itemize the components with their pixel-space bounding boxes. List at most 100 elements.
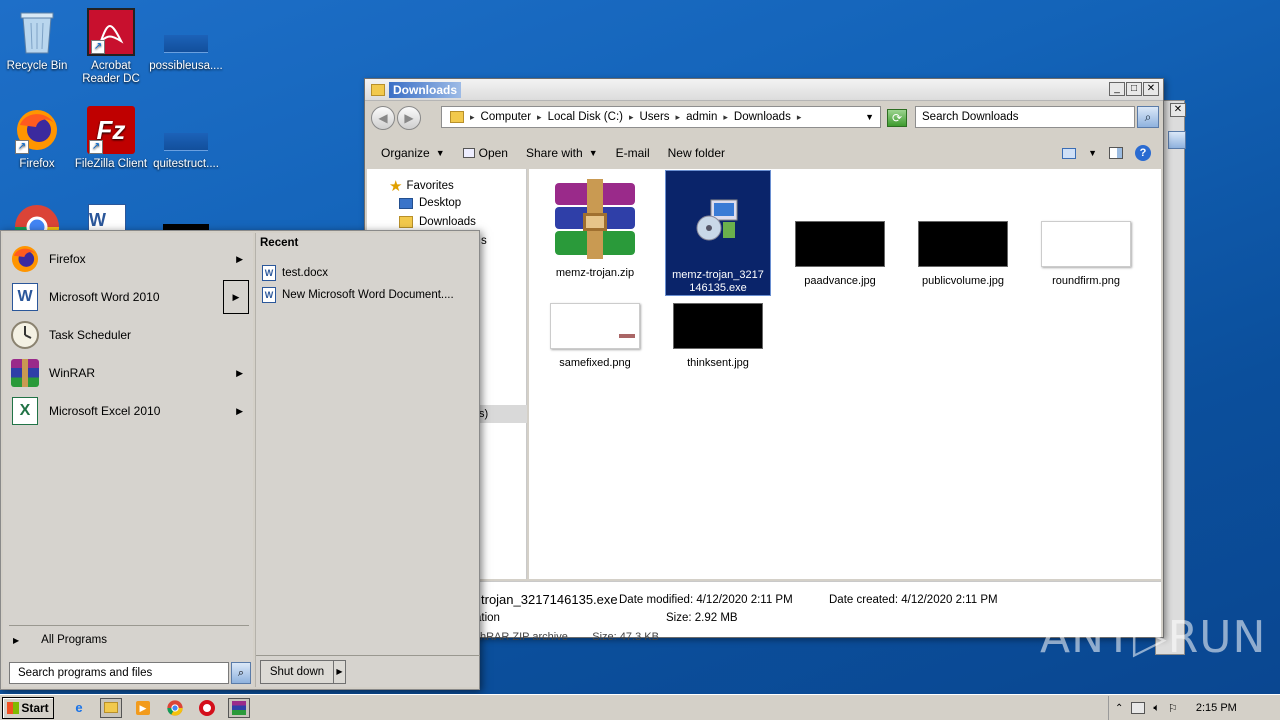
image-thumbnail bbox=[795, 221, 885, 267]
nav-downloads[interactable]: Downloads bbox=[399, 216, 476, 228]
shutdown-button[interactable]: Shut down bbox=[260, 660, 334, 684]
start-search-input[interactable]: Search programs and files bbox=[9, 662, 229, 684]
details-size: Size: 2.92 MB bbox=[666, 612, 738, 624]
chevron-right-icon[interactable]: ▸ bbox=[629, 112, 634, 123]
close-button[interactable]: ✕ bbox=[1143, 82, 1159, 96]
nav-downloads-label: Downloads bbox=[419, 216, 476, 228]
submenu-arrow-icon[interactable]: ▶ bbox=[236, 254, 243, 265]
explorer-window[interactable]: Downloads _ □ ✕ ◀ ▶ ▸ Computer ▸ Local D… bbox=[364, 78, 1164, 638]
chevron-right-icon[interactable]: ▸ bbox=[723, 112, 728, 123]
shutdown-options-arrow-icon[interactable]: ▶ bbox=[334, 660, 346, 684]
start-button[interactable]: Start bbox=[2, 696, 54, 719]
start-item-task-scheduler[interactable]: Task Scheduler bbox=[9, 317, 249, 353]
start-item-winrar[interactable]: WinRAR ▶ bbox=[9, 355, 249, 391]
maximize-button[interactable]: □ bbox=[1126, 82, 1142, 96]
nav-selected-label: s) bbox=[479, 408, 489, 420]
caret-down-icon: ▼ bbox=[435, 148, 445, 158]
file-name: paadvance.jpg bbox=[804, 275, 876, 287]
email-button[interactable]: E-mail bbox=[616, 146, 650, 160]
opera-taskbar-icon[interactable] bbox=[196, 698, 218, 718]
file-item[interactable]: memz-trojan.zip bbox=[543, 173, 647, 280]
search-input[interactable]: Search Downloads bbox=[915, 106, 1135, 128]
submenu-arrow-icon[interactable]: ▶ bbox=[236, 406, 243, 417]
submenu-arrow-icon[interactable]: ▶ bbox=[236, 368, 243, 379]
star-icon: ★ bbox=[389, 178, 403, 195]
share-with-button[interactable]: Share with ▼ bbox=[526, 146, 598, 160]
file-item[interactable]: samefixed.png bbox=[543, 301, 647, 370]
file-item[interactable]: thinksent.jpg bbox=[666, 301, 770, 370]
anyrun-watermark: ANY▷RUN bbox=[1040, 612, 1267, 663]
recent-item[interactable]: W New Microsoft Word Document.... bbox=[262, 287, 454, 303]
recent-item-label: test.docx bbox=[282, 267, 329, 279]
background-window-details-row: hRAR ZIP archive Size: 47.3 KB bbox=[480, 631, 659, 643]
new-folder-button[interactable]: New folder bbox=[668, 146, 725, 160]
winrar-archive-icon bbox=[549, 179, 641, 259]
arrow-right-icon: ▶ bbox=[13, 635, 20, 645]
clock[interactable]: 2:15 PM bbox=[1196, 702, 1237, 714]
start-item-firefox[interactable]: Firefox ▶ bbox=[9, 241, 249, 277]
nav-favorites[interactable]: ★ Favorites bbox=[389, 177, 454, 195]
start-item-word[interactable]: W Microsoft Word 2010 ▶ bbox=[9, 279, 249, 315]
volume-icon[interactable]: 🔈︎ bbox=[1153, 702, 1160, 715]
breadcrumb-users[interactable]: Users bbox=[640, 111, 670, 123]
flag-icon[interactable]: ⚐ bbox=[1168, 702, 1178, 715]
nav-partial-item[interactable]: s bbox=[481, 235, 487, 247]
desktop-icon-acrobat[interactable]: ↗ Acrobat Reader DC bbox=[71, 8, 151, 86]
desktop-folder-icon bbox=[399, 197, 413, 209]
breadcrumb-local-disk[interactable]: Local Disk (C:) bbox=[548, 111, 623, 123]
breadcrumb-downloads[interactable]: Downloads bbox=[734, 111, 791, 123]
network-icon[interactable] bbox=[1131, 702, 1146, 714]
nav-desktop[interactable]: Desktop bbox=[399, 197, 461, 209]
refresh-button[interactable]: ⟳ bbox=[887, 109, 907, 127]
desktop-icon-filezilla[interactable]: Fz ↗ FileZilla Client bbox=[71, 106, 151, 171]
desktop-icon-label: FileZilla Client bbox=[74, 158, 148, 170]
chrome-desktop-icon[interactable] bbox=[14, 204, 60, 230]
chevron-right-icon[interactable]: ▸ bbox=[537, 112, 542, 123]
nav-partial-label: s bbox=[481, 235, 487, 247]
file-item[interactable]: publicvolume.jpg bbox=[911, 173, 1015, 288]
close-icon[interactable]: ✕ bbox=[1170, 103, 1186, 117]
title-bar[interactable]: Downloads _ □ ✕ bbox=[365, 79, 1163, 101]
file-item[interactable]: paadvance.jpg bbox=[788, 173, 892, 288]
organize-button[interactable]: Organize ▼ bbox=[381, 146, 445, 160]
breadcrumb-computer[interactable]: Computer bbox=[481, 111, 532, 123]
chevron-right-icon[interactable]: ▸ bbox=[797, 112, 802, 123]
ie-taskbar-icon[interactable]: e bbox=[68, 698, 90, 718]
word-doc-desktop-icon[interactable]: W bbox=[88, 204, 134, 230]
search-icon[interactable] bbox=[1168, 131, 1186, 149]
search-icon[interactable]: ⌕ bbox=[1137, 106, 1159, 128]
search-icon[interactable]: ⌕ bbox=[231, 662, 251, 684]
recent-item[interactable]: W test.docx bbox=[262, 265, 328, 281]
back-button[interactable]: ◀ bbox=[371, 106, 395, 130]
forward-button[interactable]: ▶ bbox=[397, 106, 421, 130]
desktop-icon-quitestruct[interactable]: quitestruct.... bbox=[146, 106, 226, 171]
all-programs-button[interactable]: ▶ All Programs bbox=[13, 634, 107, 646]
file-item-selected[interactable]: memz-trojan_3217146135.exe bbox=[665, 170, 771, 296]
minimize-button[interactable]: _ bbox=[1109, 82, 1125, 96]
explorer-taskbar-icon[interactable] bbox=[100, 697, 122, 718]
view-options-icon[interactable] bbox=[1062, 147, 1077, 159]
open-button[interactable]: Open bbox=[462, 146, 508, 160]
desktop-icon-recycle-bin[interactable]: Recycle Bin bbox=[0, 8, 77, 73]
caret-down-icon[interactable]: ▼ bbox=[1088, 148, 1097, 158]
desktop-icon-firefox[interactable]: ↗ Firefox bbox=[0, 106, 77, 171]
media-player-taskbar-icon[interactable]: ▶ bbox=[132, 698, 154, 718]
file-name: roundfirm.png bbox=[1052, 275, 1120, 287]
breadcrumb-admin[interactable]: admin bbox=[686, 111, 717, 123]
preview-pane-icon[interactable] bbox=[1109, 147, 1123, 159]
address-bar[interactable]: ▸ Computer ▸ Local Disk (C:) ▸ Users ▸ a… bbox=[441, 106, 881, 128]
submenu-arrow-icon[interactable]: ▶ bbox=[223, 280, 249, 314]
start-item-excel[interactable]: X Microsoft Excel 2010 ▶ bbox=[9, 393, 249, 429]
nav-selected-row[interactable]: s) bbox=[477, 405, 527, 423]
chrome-taskbar-icon[interactable] bbox=[164, 698, 186, 718]
file-list[interactable]: memz-trojan.zip memz-trojan_3217146135.e… bbox=[529, 169, 1161, 579]
details-file-name: trojan_3217146135.exe bbox=[481, 592, 618, 607]
show-hidden-icons-icon[interactable]: ⌃ bbox=[1115, 703, 1123, 714]
desktop-icon-possibleusa[interactable]: possibleusa.... bbox=[146, 8, 226, 73]
winrar-taskbar-icon[interactable] bbox=[228, 697, 250, 718]
address-dropdown-icon[interactable]: ▼ bbox=[865, 112, 874, 122]
desktop-icon-label: Firefox bbox=[19, 158, 55, 170]
file-item[interactable]: roundfirm.png bbox=[1034, 173, 1138, 288]
chevron-right-icon[interactable]: ▸ bbox=[676, 112, 681, 123]
help-icon[interactable]: ? bbox=[1135, 145, 1151, 161]
